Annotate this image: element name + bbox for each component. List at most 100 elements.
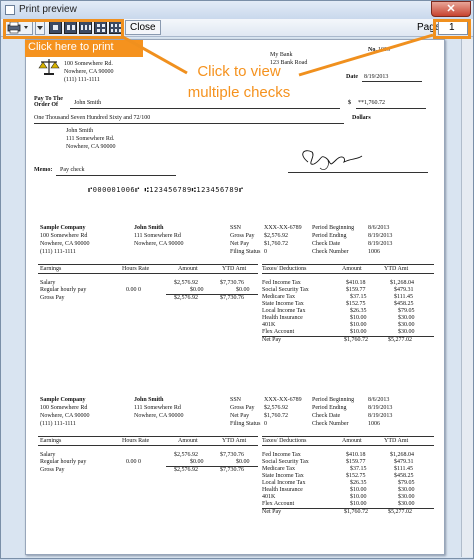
memo-line	[56, 175, 176, 176]
taxes-rule	[262, 273, 434, 274]
tax-amount: $152.75	[346, 301, 366, 307]
dollar-sign: $	[348, 100, 351, 106]
tax-amount: $10.00	[350, 329, 367, 335]
earning-amount: $2,576.92	[174, 452, 198, 458]
tax-ytd-header: YTD Amt	[384, 438, 409, 444]
payee-line	[70, 108, 340, 109]
tax-ytd: $30.00	[398, 494, 415, 500]
tax-ytd: $30.00	[398, 322, 415, 328]
hours-rate-header: Hours Rate	[122, 438, 150, 444]
tax-amount: $26.35	[350, 480, 367, 486]
period-begin-label: Period Beginning	[312, 397, 355, 403]
check-date-value: 8/19/2013	[368, 241, 393, 247]
multi-hint-line1: Click to view	[197, 63, 281, 80]
tax-ytd: $30.00	[398, 315, 415, 321]
vertical-scrollbar[interactable]	[461, 39, 473, 557]
tax-ytd: $30.00	[398, 487, 415, 493]
tax-row: 401K	[262, 494, 276, 500]
taxes-header-line	[262, 264, 434, 265]
period-end-label: Period Ending	[312, 405, 347, 411]
tax-row: Health Insurance	[262, 487, 303, 493]
taxes-header-line	[262, 436, 434, 437]
tax-amount: $10.00	[350, 494, 367, 500]
memo-label: Memo:	[34, 167, 53, 173]
gross-pay-label: Gross Pay	[230, 233, 255, 239]
payee-address2: 111 Somewhere Rd.	[66, 136, 115, 142]
stub-company-phone: (111) 111-1111	[40, 249, 76, 255]
tax-ytd: $111.45	[394, 466, 414, 472]
multiple-checks-callout: Click to view multiple checks	[184, 61, 294, 103]
earning-amount: $2,576.92	[174, 280, 198, 286]
earnings-header-line	[38, 264, 258, 265]
stub-company-phone: (111) 111-1111	[40, 421, 76, 427]
tax-row: State Income Tax	[262, 301, 304, 307]
tax-amount: $10.00	[350, 322, 367, 328]
stub-emp-addr2: Nowhere, CA 90000	[134, 413, 184, 419]
amount-line	[356, 108, 426, 109]
print-preview-window: Print preview ✕ Close Page 1 100 Somewhe…	[0, 0, 474, 559]
tax-row: Medicare Tax	[262, 294, 295, 300]
net-pay-label: Net Pay	[230, 241, 250, 247]
taxes-header: Taxes/ Deductions	[262, 266, 307, 272]
tax-row-net-pay: Net Pay	[262, 509, 282, 515]
ssn-value: XXX-XX-6789	[264, 397, 302, 403]
tax-row: Fed Income Tax	[262, 280, 301, 286]
tax-amount: $410.18	[346, 280, 366, 286]
company-address1: 100 Somewhere Rd.	[64, 61, 113, 67]
tax-ytd: $111.45	[394, 294, 414, 300]
earnings-header: Earnings	[40, 266, 62, 272]
amount-header: Amount	[178, 438, 198, 444]
amount-header: Amount	[178, 266, 198, 272]
filing-status-value: 0	[264, 249, 267, 255]
title-bar: Print preview ✕	[1, 1, 473, 19]
stub-company-addr2: Nowhere, CA 90000	[40, 413, 90, 419]
ytd-header: YTD Amt	[222, 438, 247, 444]
check-no-label: No.	[368, 47, 377, 53]
check-no-value: 1006	[378, 47, 390, 53]
hours-rate-header: Hours Rate	[122, 266, 150, 272]
earning-ytd: $7,730.76	[220, 280, 244, 286]
date-label: Date	[346, 74, 358, 80]
earning-ytd: $0.00	[236, 287, 250, 293]
tax-amount: $159.77	[346, 287, 366, 293]
tax-ytd: $458.25	[394, 301, 414, 307]
net-pay-value: $1,760.72	[264, 241, 288, 247]
earning-ytd: $7,730.76	[220, 295, 244, 301]
window-title: Print preview	[19, 4, 77, 15]
earning-ytd: $0.00	[236, 459, 250, 465]
earning-row-salary: Salary	[40, 280, 56, 286]
tax-amount-header: Amount	[342, 266, 362, 272]
check-preview-page: 100 Somewhere Rd. Nowhere, CA 90000 (111…	[25, 39, 445, 555]
pay-stub-1: Sample Company 100 Somewhere Rd Nowhere,…	[26, 222, 446, 362]
earning-amount: $2,576.92	[174, 295, 198, 301]
ssn-label: SSN	[230, 225, 242, 231]
check-number-value: 1006	[368, 421, 380, 427]
period-begin-value: 8/6/2013	[368, 225, 390, 231]
earning-hours: 0.00 0	[126, 459, 141, 465]
stub-emp-addr1: 111 Somewhere Rd	[134, 233, 181, 239]
print-hint-callout: Click here to print	[25, 40, 143, 57]
payee-address3: Nowhere, CA 90000	[66, 144, 116, 150]
company-logo-icon	[38, 59, 60, 75]
tax-ytd: $479.31	[394, 459, 414, 465]
window-close-button[interactable]: ✕	[431, 1, 471, 17]
company-phone: (111) 111-1111	[64, 77, 100, 83]
memo-value: Pay check	[60, 167, 85, 173]
words-line	[34, 123, 344, 124]
filing-status-label: Filing Status	[230, 421, 261, 427]
tax-amount: $37.15	[350, 466, 367, 472]
check-number-label: Check Number	[312, 421, 349, 427]
stub-company-addr2: Nowhere, CA 90000	[40, 241, 90, 247]
taxes-rule	[262, 445, 434, 446]
tax-amount: $10.00	[350, 501, 367, 507]
tax-ytd: $458.25	[394, 473, 414, 479]
tax-row: Flex Account	[262, 501, 295, 507]
bank-name: My Bank	[270, 52, 293, 58]
tax-row-net-pay: Net Pay	[262, 337, 282, 343]
stub-company: Sample Company	[40, 397, 86, 403]
dollars-label: Dollars	[352, 115, 371, 121]
tax-amount-header: Amount	[342, 438, 362, 444]
filing-status-value: 0	[264, 421, 267, 427]
close-button[interactable]: Close	[125, 20, 161, 35]
filing-status-label: Filing Status	[230, 249, 261, 255]
